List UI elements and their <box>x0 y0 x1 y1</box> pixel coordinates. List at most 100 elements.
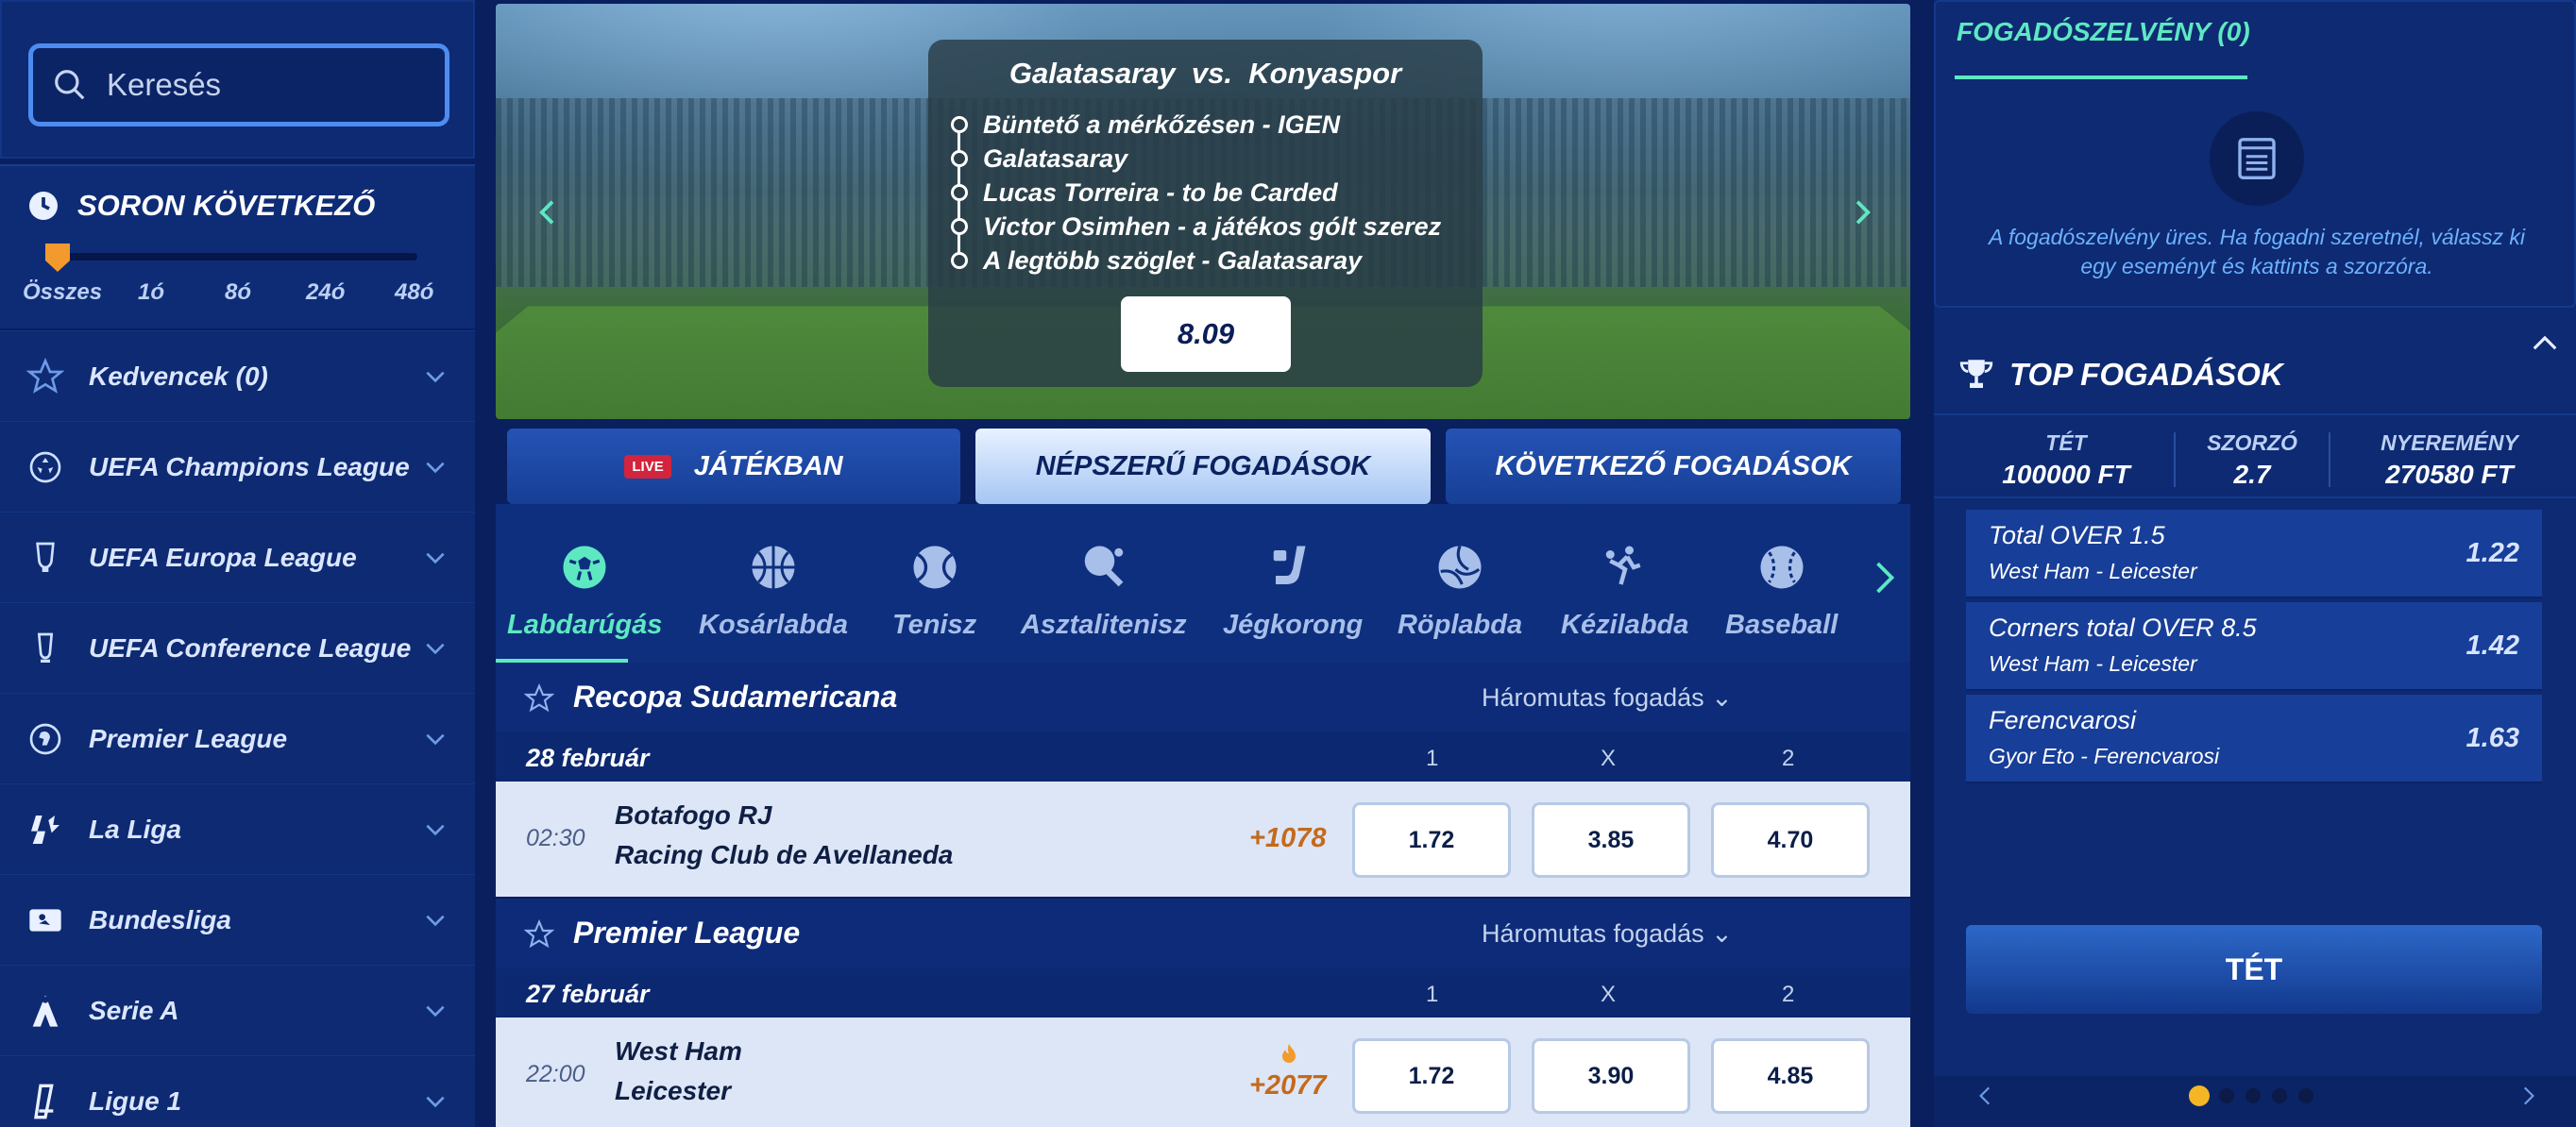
odds-button-2[interactable]: 4.70 <box>1711 802 1870 878</box>
bet-leg: Lucas Torreira - to be Carded <box>945 176 1441 210</box>
winnings-stat: NYEREMÉNY 270580 FT <box>2336 430 2563 490</box>
tab-next[interactable]: KÖVETKEZŐ FOGADÁSOK <box>1446 429 1901 504</box>
league-name[interactable]: Recopa Sudamericana <box>573 680 897 715</box>
tab-live[interactable]: LIVE JÁTÉKBAN <box>507 429 960 504</box>
slider-label[interactable]: 48ó <box>395 279 433 306</box>
chevron-right-icon[interactable] <box>2516 1084 2540 1108</box>
more-markets-count[interactable]: +2077 <box>1249 1070 1326 1102</box>
match-row[interactable]: 22:00 West Ham Leicester +2077 1.72 3.90… <box>496 1018 1910 1127</box>
pager-dot[interactable] <box>2298 1088 2313 1103</box>
slider-label[interactable]: Összes <box>23 279 102 306</box>
bet-leg-label: A legtöbb szöglet - Galatasaray <box>983 245 1363 275</box>
chevron-down-icon: ⌄ <box>1711 919 1733 948</box>
sidebar-item-label: Bundesliga <box>89 904 231 934</box>
sport-tennis[interactable]: Tenisz <box>892 542 976 641</box>
time-slider[interactable] <box>47 253 417 261</box>
sidebar-item-bundesliga[interactable]: Bundesliga <box>0 874 475 965</box>
sidebar-item-europa-league[interactable]: UEFA Europa League <box>0 512 475 602</box>
bet-slip-title[interactable]: FOGADÓSZELVÉNY (0) <box>1957 17 2250 47</box>
star-icon <box>25 356 66 397</box>
odds-button-1[interactable]: 1.72 <box>1352 1038 1511 1114</box>
sport-basketball[interactable]: Kosárlabda <box>699 542 848 641</box>
slider-label[interactable]: 24ó <box>306 279 345 306</box>
bet-leg: Victor Osimhen - a játékos gólt szerez <box>945 210 1441 244</box>
main-content: Galatasaray vs. Konyaspor Büntető a mérk… <box>496 0 1910 1127</box>
leg-dot <box>951 150 968 167</box>
odds-button-x[interactable]: 3.90 <box>1532 1038 1690 1114</box>
chevron-down-icon <box>426 462 445 473</box>
date-row: 27 február 1 X 2 <box>496 968 1910 1021</box>
odds-button-1[interactable]: 1.72 <box>1352 802 1511 878</box>
upcoming-title-text: SORON KÖVETKEZŐ <box>77 189 376 222</box>
multiplier-label: SZORZÓ <box>2207 430 2297 455</box>
sport-label: Baseball <box>1725 610 1839 640</box>
winnings-label: NYEREMÉNY <box>2381 430 2518 455</box>
sidebar-item-premier-league[interactable]: Premier League <box>0 693 475 783</box>
top-bet-event: West Ham - Leicester <box>1989 559 2197 583</box>
tab-live-label: JÁTÉKBAN <box>693 450 843 481</box>
hero-away-team: Konyaspor <box>1248 57 1402 90</box>
pager-dot[interactable] <box>2246 1088 2261 1103</box>
top-bets-summary: TÉT 100000 FT SZORZÓ 2.7 NYEREMÉNY 27058… <box>1934 413 2576 498</box>
bet-builder-card: Galatasaray vs. Konyaspor Büntető a mérk… <box>928 40 1483 387</box>
search-input[interactable]: Keresés <box>28 43 449 126</box>
sidebar-item-la-liga[interactable]: La Liga <box>0 783 475 874</box>
top-bet-item[interactable]: Total OVER 1.5 West Ham - Leicester 1.22 <box>1966 510 2542 598</box>
pager-dot-active[interactable] <box>2189 1085 2210 1106</box>
bundesliga-icon <box>25 900 66 941</box>
sport-table-tennis[interactable]: Asztalitenisz <box>1021 542 1187 641</box>
leg-dot <box>951 184 968 201</box>
league-name[interactable]: Premier League <box>573 916 800 950</box>
bet-leg: Galatasaray <box>945 142 1441 176</box>
match-row[interactable]: 02:30 Botafogo RJ Racing Club de Avellan… <box>496 782 1910 897</box>
slider-label[interactable]: 1ó <box>138 279 164 306</box>
top-bet-item[interactable]: Corners total OVER 8.5 West Ham - Leices… <box>1966 602 2542 691</box>
odds-button-x[interactable]: 3.85 <box>1532 802 1690 878</box>
chevron-down-icon: ⌄ <box>1711 683 1733 712</box>
sidebar-item-conference-league[interactable]: UEFA Conference League <box>0 602 475 693</box>
star-icon[interactable] <box>524 683 554 714</box>
top-bet-item[interactable]: Ferencvarosi Gyor Eto - Ferencvarosi 1.6… <box>1966 695 2542 783</box>
hero-home-team: Galatasaray <box>1008 57 1176 90</box>
chevron-up-icon[interactable] <box>2531 330 2559 355</box>
sidebar-item-serie-a[interactable]: Serie A <box>0 965 475 1055</box>
sport-football[interactable]: Labdarúgás <box>507 542 662 641</box>
market-selector[interactable]: Háromutas fogadás ⌄ <box>1482 683 1733 713</box>
top-bet-event: West Ham - Leicester <box>1989 651 2197 676</box>
chevron-right-icon[interactable] <box>1871 559 1899 597</box>
search-panel: Keresés <box>0 0 475 159</box>
sport-volleyball[interactable]: Röplabda <box>1398 542 1522 641</box>
star-icon[interactable] <box>524 919 554 950</box>
sport-selector: Labdarúgás Kosárlabda Tenisz Asztaliteni… <box>496 504 1910 663</box>
sidebar-item-ligue-1[interactable]: Ligue 1 <box>0 1055 475 1127</box>
tab-popular[interactable]: NÉPSZERŰ FOGADÁSOK <box>975 429 1431 504</box>
basketball-icon <box>752 546 795 589</box>
chevron-left-icon[interactable] <box>534 198 562 227</box>
multiplier-value: 2.7 <box>2233 460 2271 489</box>
sidebar-item-favorites[interactable]: Kedvencek (0) <box>0 330 475 421</box>
match-date: 28 február <box>526 744 650 772</box>
sport-baseball[interactable]: Baseball <box>1725 542 1838 641</box>
top-bet-title: Corners total OVER 8.5 <box>1989 614 2257 642</box>
sport-ice-hockey[interactable]: Jégkorong <box>1223 542 1363 641</box>
bet-slip-empty-line: egy eseményt és kattints a szorzóra. <box>2080 254 2433 278</box>
slider-label[interactable]: 8ó <box>225 279 251 306</box>
bet-slip-tab-indicator <box>1955 76 2247 79</box>
top-bet-odd: 1.22 <box>2466 538 2519 568</box>
hero-odds-button[interactable]: 8.09 <box>1121 296 1291 372</box>
place-bet-button[interactable]: TÉT <box>1966 925 2542 1014</box>
premier-league-icon <box>25 718 66 760</box>
pager-dot[interactable] <box>2219 1088 2234 1103</box>
more-markets-count[interactable]: +1078 <box>1249 823 1326 854</box>
odds-button-2[interactable]: 4.85 <box>1711 1038 1870 1114</box>
pager-dot[interactable] <box>2272 1088 2287 1103</box>
sport-label: Asztalitenisz <box>1021 610 1187 640</box>
market-selector[interactable]: Háromutas fogadás ⌄ <box>1482 919 1733 949</box>
sport-label: Tenisz <box>892 610 977 640</box>
bet-leg-label: Galatasaray <box>983 143 1128 173</box>
chevron-left-icon[interactable] <box>1974 1084 1998 1108</box>
sidebar-item-champions-league[interactable]: UEFA Champions League <box>0 421 475 512</box>
time-slider-handle[interactable] <box>45 244 70 272</box>
chevron-right-icon[interactable] <box>1848 198 1876 227</box>
sport-handball[interactable]: Kézilabda <box>1561 542 1688 641</box>
